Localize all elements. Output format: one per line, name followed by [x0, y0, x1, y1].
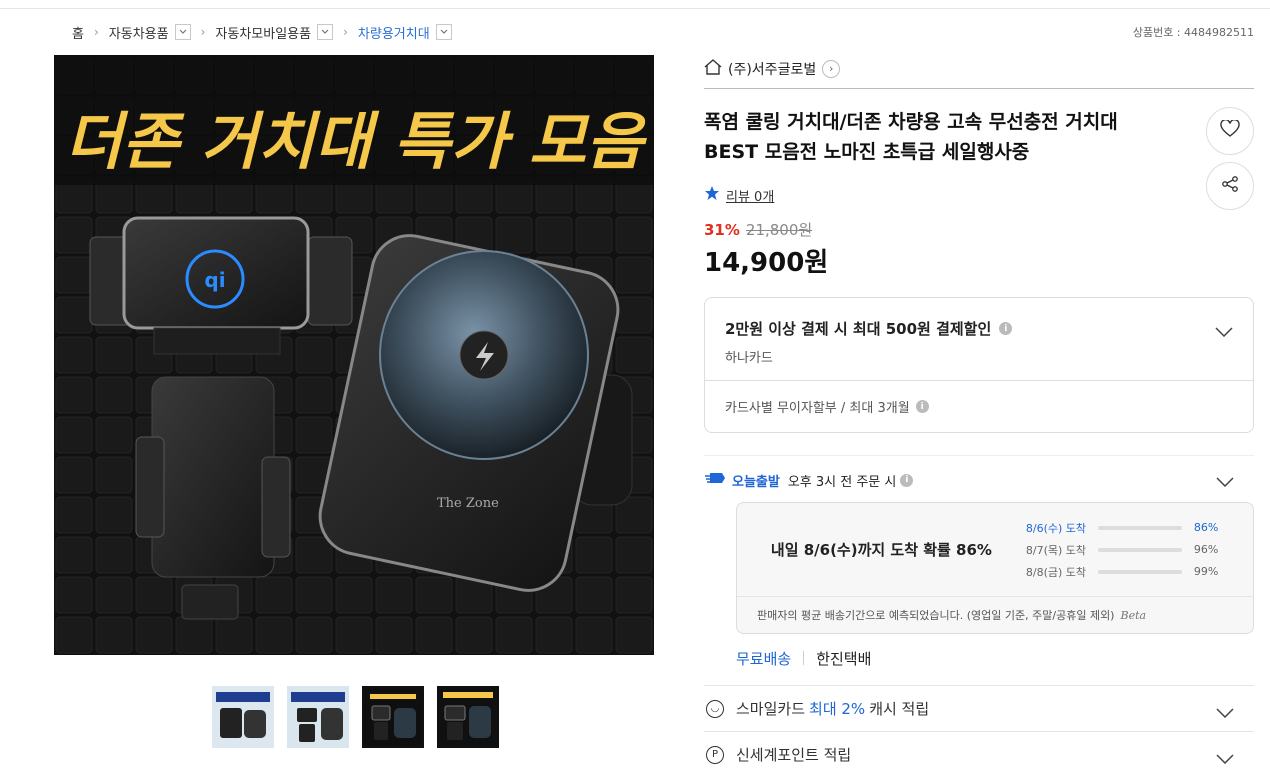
- heart-icon: [1220, 118, 1240, 142]
- smile-card-row[interactable]: ◡ 스마일카드 최대 2% 캐시 적립: [704, 685, 1254, 731]
- point-icon: P: [706, 745, 724, 764]
- shipping-section: 오늘출발 오후 3시 전 주문 시 i 내일 8/6(수)까지 도착 확률 86…: [704, 455, 1254, 668]
- installment-row: 카드사별 무이자할부 / 최대 3개월 i: [705, 381, 1253, 432]
- card-discount-row[interactable]: 2만원 이상 결제 시 최대 500원 결제할인 i 하나카드: [705, 298, 1253, 381]
- seller-name[interactable]: (주)서주글로벌: [728, 59, 816, 79]
- breadcrumb-label: 자동차용품: [108, 26, 169, 42]
- breadcrumb-category-1[interactable]: 자동차용품: [109, 23, 191, 42]
- seller-row[interactable]: (주)서주글로벌 ›: [704, 55, 1254, 89]
- card-benefit-box: 2만원 이상 결제 시 최대 500원 결제할인 i 하나카드 카드사별 무이자…: [704, 297, 1254, 433]
- sale-price: 14,900원: [704, 248, 829, 278]
- card-discount-headline: 2만원 이상 결제 시 최대 500원 결제할인: [725, 320, 992, 338]
- share-icon: [1221, 175, 1239, 197]
- ssg-point-row[interactable]: P 신세계포인트 적립: [704, 731, 1254, 775]
- arrival-summary: 내일 8/6(수)까지 도착 확률 86%: [770, 541, 992, 559]
- discount-row: 31% 21,800원: [704, 219, 1254, 240]
- free-shipping: 무료배송: [736, 649, 792, 668]
- thumbnail-4[interactable]: [437, 686, 499, 748]
- svg-text:qi: qi: [204, 268, 225, 292]
- info-icon[interactable]: i: [999, 322, 1013, 335]
- shipping-condition: 오후 3시 전 주문 시: [787, 474, 897, 490]
- share-button[interactable]: [1206, 162, 1254, 210]
- breadcrumb-category-3[interactable]: 차량용거치대: [358, 23, 452, 42]
- info-icon[interactable]: i: [900, 473, 914, 487]
- original-price: 21,800원: [745, 221, 813, 239]
- svg-text:The Zone: The Zone: [437, 496, 499, 511]
- top-divider: [0, 8, 1270, 9]
- product-title: 폭염 쿨링 거치대/더존 차량용 고속 무선충전 거치대 BEST 모음전 노마…: [704, 111, 1118, 163]
- wishlist-button[interactable]: [1206, 107, 1254, 155]
- thumbnail-1[interactable]: [212, 686, 274, 748]
- shipping-header[interactable]: 오늘출발 오후 3시 전 주문 시 i: [704, 470, 1254, 490]
- chevron-right-icon: ›: [93, 25, 99, 39]
- fast-delivery-icon: [704, 470, 726, 490]
- product-illustration: 더존 거치대 특가 모음 qi The Zone: [54, 55, 654, 655]
- chevron-down-icon[interactable]: [1216, 750, 1234, 768]
- arrival-row: 8/7(목) 도착 96%: [1025, 543, 1219, 557]
- shop-home-icon: [704, 58, 722, 79]
- arrival-note: 판매자의 평균 배송기간으로 예측되었습니다. (영업일 기준, 주말/공휴일 …: [757, 608, 1147, 623]
- breadcrumb-label: 자동차모바일용품: [215, 26, 312, 42]
- chevron-down-icon[interactable]: [174, 24, 191, 40]
- arrival-probability-box: 내일 8/6(수)까지 도착 확률 86% 8/6(수) 도착 86% 8/7(…: [736, 502, 1254, 634]
- breadcrumb-home[interactable]: 홈: [72, 23, 84, 42]
- courier: 한진택배: [816, 649, 872, 668]
- chevron-down-icon[interactable]: [435, 24, 452, 40]
- arrival-row: 8/6(수) 도착 86%: [1025, 521, 1219, 535]
- chevron-right-icon: ›: [343, 25, 348, 39]
- chevron-down-icon[interactable]: [317, 24, 334, 40]
- breadcrumb-label: 차량용거치대: [357, 26, 430, 42]
- chevron-right-icon: ›: [200, 25, 206, 39]
- star-icon: [704, 185, 720, 205]
- review-link[interactable]: 리뷰 0개: [704, 185, 1254, 205]
- breadcrumb: 홈 › 자동차용품 › 자동차모바일용품 › 차량용거치대: [72, 22, 452, 42]
- chevron-right-icon[interactable]: ›: [822, 59, 841, 78]
- arrival-bars: 8/6(수) 도착 86% 8/7(목) 도착 96% 8/8(금) 도착 99…: [1026, 517, 1253, 583]
- today-shipping-badge: 오늘출발: [732, 474, 780, 490]
- smile-card-icon: ◡: [706, 699, 724, 718]
- chevron-down-icon[interactable]: [1216, 472, 1234, 491]
- breadcrumb-category-2[interactable]: 자동차모바일용품: [215, 23, 334, 42]
- arrival-row: 8/8(금) 도착 99%: [1025, 565, 1219, 579]
- thumbnail-strip: [212, 686, 499, 748]
- discount-percent: 31%: [704, 221, 740, 239]
- beta-label: Beta: [1120, 608, 1147, 622]
- delivery-row: 무료배송 한진택배: [736, 648, 1254, 668]
- banner-text: 더존 거치대 특가 모음: [65, 105, 648, 178]
- chevron-down-icon[interactable]: [1215, 322, 1233, 341]
- product-info-panel: (주)서주글로벌 › 폭염 쿨링 거치대/더존 차량용 고속 무선충전 거치대 …: [704, 55, 1254, 668]
- product-main-image[interactable]: 더존 거치대 특가 모음 qi The Zone: [54, 55, 654, 655]
- thumbnail-2[interactable]: [287, 686, 349, 748]
- product-number: 상품번호 : 4484982511: [1132, 26, 1254, 39]
- installment-text: 카드사별 무이자할부 / 최대 3개월: [725, 401, 910, 416]
- thumbnail-3[interactable]: [362, 686, 424, 748]
- review-count[interactable]: 리뷰 0개: [726, 186, 774, 205]
- chevron-down-icon[interactable]: [1216, 704, 1234, 722]
- card-name: 하나카드: [725, 351, 773, 366]
- info-icon[interactable]: i: [915, 400, 929, 413]
